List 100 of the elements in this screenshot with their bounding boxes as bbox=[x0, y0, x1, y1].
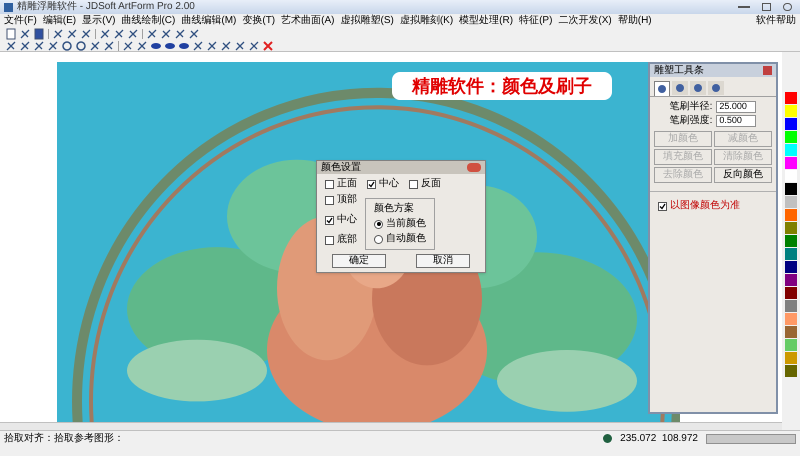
menu-item[interactable]: 虚拟雕塑(S) bbox=[340, 15, 394, 27]
color-swatch[interactable] bbox=[785, 300, 797, 312]
color-swatch[interactable] bbox=[785, 196, 797, 208]
color-swatch[interactable] bbox=[785, 326, 797, 338]
menu-item[interactable]: 文件(F) bbox=[4, 15, 37, 27]
color-swatch[interactable] bbox=[785, 352, 797, 364]
tool-icon[interactable] bbox=[206, 40, 218, 52]
color-swatch[interactable] bbox=[785, 339, 797, 351]
color-swatch[interactable] bbox=[785, 183, 797, 195]
radio-button[interactable] bbox=[374, 234, 383, 244]
checkbox-label: 正面 bbox=[337, 178, 357, 190]
tool-icon[interactable] bbox=[146, 28, 158, 40]
tab-icon[interactable] bbox=[690, 81, 706, 95]
tool-icon[interactable] bbox=[99, 28, 111, 40]
tool-icon[interactable] bbox=[192, 40, 204, 52]
color-swatch[interactable] bbox=[785, 118, 797, 130]
menu-item[interactable]: 编辑(E) bbox=[42, 15, 76, 27]
menu-item[interactable]: 软件帮助 bbox=[756, 15, 796, 27]
tool-icon[interactable] bbox=[5, 28, 17, 40]
input-field[interactable]: 0.500 bbox=[716, 115, 756, 127]
checkbox[interactable] bbox=[367, 180, 376, 188]
tool-icon[interactable] bbox=[248, 40, 260, 52]
dialog-button[interactable]: 取消 bbox=[416, 254, 470, 268]
tool-icon[interactable] bbox=[113, 28, 125, 40]
color-swatch[interactable] bbox=[785, 274, 797, 286]
color-swatch[interactable] bbox=[785, 92, 797, 104]
tool-icon[interactable] bbox=[66, 28, 78, 40]
tool-icon[interactable] bbox=[61, 40, 73, 52]
tool-icon[interactable] bbox=[47, 40, 59, 52]
field-label: 笔刷半径: bbox=[670, 101, 712, 113]
radio-label: 当前颜色 bbox=[386, 218, 426, 230]
checkbox-label: 中心 bbox=[337, 214, 357, 226]
tool-icon[interactable] bbox=[136, 40, 148, 52]
tool-icon[interactable] bbox=[19, 28, 31, 40]
color-swatch[interactable] bbox=[785, 235, 797, 247]
tool-icon[interactable] bbox=[122, 40, 134, 52]
menu-item[interactable]: 模型处理(R) bbox=[459, 15, 514, 27]
tool-icon[interactable] bbox=[188, 28, 200, 40]
tool-icon[interactable] bbox=[174, 28, 186, 40]
tool-icon[interactable] bbox=[75, 40, 87, 52]
color-swatch[interactable] bbox=[785, 209, 797, 221]
checkbox[interactable] bbox=[325, 236, 334, 244]
status-text: 拾取对齐：拾取参考图形： bbox=[4, 432, 125, 444]
tool-icon[interactable] bbox=[5, 40, 17, 52]
color-swatch[interactable] bbox=[785, 144, 797, 156]
dialog-title: 颜色设置 bbox=[321, 162, 361, 174]
menu-item[interactable]: 虚拟雕刻(K) bbox=[400, 15, 454, 27]
checkbox[interactable] bbox=[325, 180, 334, 188]
color-swatch[interactable] bbox=[785, 248, 797, 260]
checkbox-label: 反面 bbox=[421, 178, 441, 190]
coordinates: 235.072 108.972 bbox=[620, 432, 698, 444]
tool-icon[interactable] bbox=[33, 28, 45, 40]
input-field[interactable]: 25.000 bbox=[716, 101, 756, 113]
radio-label: 自动颜色 bbox=[386, 233, 426, 245]
color-swatch[interactable] bbox=[785, 365, 797, 377]
maximize-icon[interactable] bbox=[762, 3, 771, 11]
tab-icon[interactable] bbox=[672, 81, 688, 95]
color-swatch[interactable] bbox=[785, 170, 797, 182]
tab-icon[interactable] bbox=[654, 81, 670, 96]
menu-item[interactable]: 显示(V) bbox=[82, 15, 116, 27]
tool-icon[interactable] bbox=[52, 28, 64, 40]
tool-icon[interactable] bbox=[19, 40, 31, 52]
color-swatch[interactable] bbox=[785, 105, 797, 117]
tool-icon[interactable] bbox=[80, 28, 92, 40]
tool-icon[interactable] bbox=[220, 40, 232, 52]
checkbox-label: 底部 bbox=[337, 234, 357, 246]
menu-item[interactable]: 艺术曲面(A) bbox=[281, 15, 334, 27]
checkbox-label: 以图像颜色为准 bbox=[670, 200, 740, 212]
menu-item[interactable]: 变换(T) bbox=[242, 15, 276, 27]
tab-icon[interactable] bbox=[708, 81, 724, 95]
checkbox-label: 中心 bbox=[379, 178, 399, 190]
title-banner: 精雕软件：颜色及刷子 bbox=[392, 72, 612, 100]
dialog-button[interactable]: 确定 bbox=[332, 254, 386, 268]
tool-icon[interactable] bbox=[127, 28, 139, 40]
panel-button[interactable]: 反向颜色 bbox=[714, 167, 772, 183]
color-swatch[interactable] bbox=[785, 157, 797, 169]
menu-item[interactable]: 曲线编辑(M) bbox=[181, 15, 236, 27]
info-icon bbox=[603, 434, 612, 443]
menu-item[interactable]: 特征(P) bbox=[519, 15, 552, 27]
checkbox[interactable] bbox=[658, 202, 667, 210]
checkbox-label: 顶部 bbox=[337, 194, 357, 206]
checkbox[interactable] bbox=[325, 196, 334, 204]
panel-title: 雕塑工具条 bbox=[654, 64, 704, 76]
tool-icon[interactable] bbox=[160, 28, 172, 40]
checkbox[interactable] bbox=[409, 180, 418, 188]
window-title: 精雕浮雕软件 - JDSoft ArtForm Pro 2.00 bbox=[17, 1, 196, 13]
color-swatch[interactable] bbox=[785, 131, 797, 143]
tool-icon[interactable] bbox=[89, 40, 101, 52]
menu-item[interactable]: 二次开发(X) bbox=[558, 15, 612, 27]
checkbox[interactable] bbox=[325, 216, 334, 224]
color-swatch[interactable] bbox=[785, 287, 797, 299]
color-swatch[interactable] bbox=[785, 222, 797, 234]
menu-item[interactable]: 曲线绘制(C) bbox=[121, 15, 176, 27]
radio-button[interactable] bbox=[374, 220, 383, 228]
color-swatch[interactable] bbox=[785, 313, 797, 325]
menu-item[interactable]: 帮助(H) bbox=[618, 15, 652, 27]
tool-icon[interactable] bbox=[234, 40, 246, 52]
tool-icon[interactable] bbox=[103, 40, 115, 52]
color-swatch[interactable] bbox=[785, 261, 797, 273]
tool-icon[interactable] bbox=[33, 40, 45, 52]
